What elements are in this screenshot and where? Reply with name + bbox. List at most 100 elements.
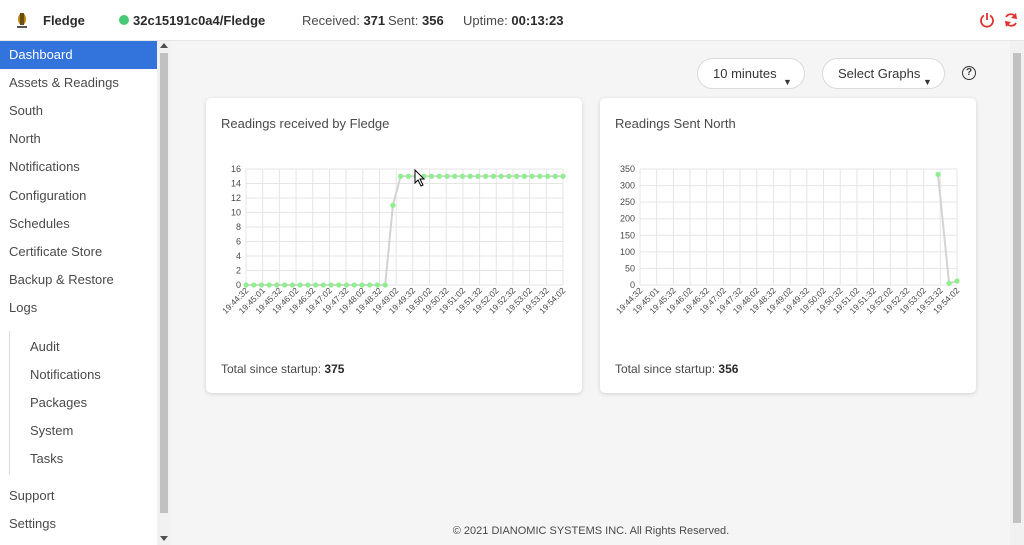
data-point (490, 173, 497, 179)
received-label: Received: (302, 13, 360, 28)
y-tick-label: 300 (620, 181, 635, 191)
top-navbar: Fledge 32c15191c0a4/Fledge Received: 371… (0, 0, 1024, 41)
data-point (498, 173, 504, 179)
readings-received-chart: 024681012141619:44:3219:45:0119:45:3219:… (220, 164, 568, 316)
sidebar-item-configuration[interactable]: Configuration (0, 182, 157, 210)
series-line (936, 174, 958, 285)
sent-value: 356 (421, 13, 444, 28)
data-point (312, 282, 319, 288)
y-tick-label: 100 (620, 247, 635, 257)
y-tick-label: 8 (236, 222, 241, 232)
data-point (467, 173, 473, 179)
data-point (398, 173, 404, 179)
refresh-icon[interactable] (1003, 12, 1019, 28)
page-scroll-thumb[interactable] (1013, 53, 1021, 523)
brand-name[interactable]: Fledge (43, 13, 85, 28)
data-point (514, 173, 520, 179)
sidebar-item-notifications[interactable]: Notifications (0, 153, 157, 181)
sidebar-item-north[interactable]: North (0, 125, 157, 153)
data-point (359, 282, 365, 288)
submenu-item-packages[interactable]: Packages (30, 395, 87, 410)
y-tick-label: 14 (231, 179, 241, 189)
data-point (289, 282, 295, 288)
sidebar-item-support[interactable]: Support (0, 482, 157, 510)
submenu-item-notifications[interactable]: Notifications (30, 367, 101, 382)
y-tick-label: 16 (231, 164, 241, 174)
y-tick-label: 200 (620, 214, 635, 224)
received-value: 371 (363, 13, 386, 28)
data-point (436, 173, 442, 179)
readings-sent-chart: 05010015020025030035019:44:3219:45:0119:… (614, 164, 962, 316)
page-scrollbar[interactable] (1010, 41, 1024, 545)
sidebar-scrollbar[interactable] (157, 41, 171, 545)
data-point (405, 173, 411, 179)
data-point (560, 173, 566, 179)
total-value: 375 (324, 362, 345, 376)
data-point (258, 282, 265, 288)
data-point (382, 282, 388, 288)
total-label: Total since startup: (221, 362, 322, 376)
status-indicator-icon (119, 15, 129, 25)
readings-sent-card: Readings Sent North 0 50 100 150 200 250 300 35… (600, 98, 976, 393)
sidebar: Dashboard Assets & Readings South North … (0, 41, 157, 545)
sidebar-item-assets-readings[interactable]: Assets & Readings (0, 69, 157, 97)
scroll-up-icon[interactable] (160, 43, 168, 48)
footer-copyright: © 2021 DIANOMIC SYSTEMS INC. All Rights … (452, 525, 730, 537)
uptime-stat: Uptime: 00:13:23 (463, 13, 563, 28)
data-point (320, 282, 326, 288)
submenu-item-system[interactable]: System (30, 423, 73, 438)
time-range-dropdown[interactable]: 10 minutes ▼ (697, 58, 805, 89)
data-point (452, 173, 458, 179)
sidebar-item-schedules[interactable]: Schedules (0, 210, 157, 238)
card-title: Readings received by Fledge (221, 116, 390, 131)
help-icon[interactable]: ? (962, 66, 976, 80)
data-point (935, 171, 941, 177)
y-tick-label: 2 (236, 266, 241, 276)
data-point (521, 173, 527, 179)
card-total: Total since startup: 356 (615, 362, 738, 376)
data-point (328, 282, 334, 288)
data-point (537, 173, 543, 179)
y-tick-label: 6 (236, 237, 241, 247)
scroll-thumb[interactable] (160, 53, 168, 513)
select-graphs-dropdown[interactable]: Select Graphs ▼ (822, 58, 945, 89)
mouse-cursor-icon (414, 169, 426, 187)
sidebar-item-settings[interactable]: Settings (0, 510, 157, 538)
sidebar-item-south[interactable]: South (0, 97, 157, 125)
data-point (351, 282, 357, 288)
y-tick-label: 50 (625, 263, 635, 273)
data-point (390, 202, 396, 208)
data-point (266, 282, 272, 288)
data-point (552, 173, 558, 179)
power-icon[interactable] (979, 12, 995, 28)
series-line (246, 175, 563, 286)
data-point (367, 282, 373, 288)
data-point (305, 282, 311, 288)
chevron-down-icon: ▼ (783, 77, 792, 87)
service-name[interactable]: 32c15191c0a4/Fledge (133, 13, 265, 28)
sidebar-item-logs[interactable]: Logs (0, 294, 157, 322)
scroll-down-icon[interactable] (160, 536, 168, 541)
data-point (444, 173, 450, 179)
data-point (506, 173, 512, 179)
sent-label: Sent: (388, 13, 419, 28)
sidebar-item-dashboard[interactable]: Dashboard (0, 41, 157, 69)
sent-stat: Sent: 356 (388, 13, 444, 28)
sidebar-item-certificate-store[interactable]: Certificate Store (0, 238, 157, 266)
fledge-logo-icon[interactable] (14, 10, 30, 30)
data-point (428, 173, 435, 179)
sidebar-item-backup-restore[interactable]: Backup & Restore (0, 266, 157, 294)
data-point (336, 282, 342, 288)
data-point (297, 282, 303, 288)
chevron-down-icon: ▼ (923, 77, 932, 87)
y-tick-label: 250 (620, 197, 635, 207)
data-point (459, 173, 466, 179)
uptime-label: Uptime: (463, 13, 508, 28)
data-point (475, 173, 481, 179)
y-tick-label: 12 (231, 193, 241, 203)
y-tick-label: 4 (236, 251, 241, 261)
submenu-item-audit[interactable]: Audit (30, 339, 60, 354)
submenu-item-tasks[interactable]: Tasks (30, 451, 63, 466)
data-point (343, 282, 350, 288)
data-point (544, 173, 551, 179)
